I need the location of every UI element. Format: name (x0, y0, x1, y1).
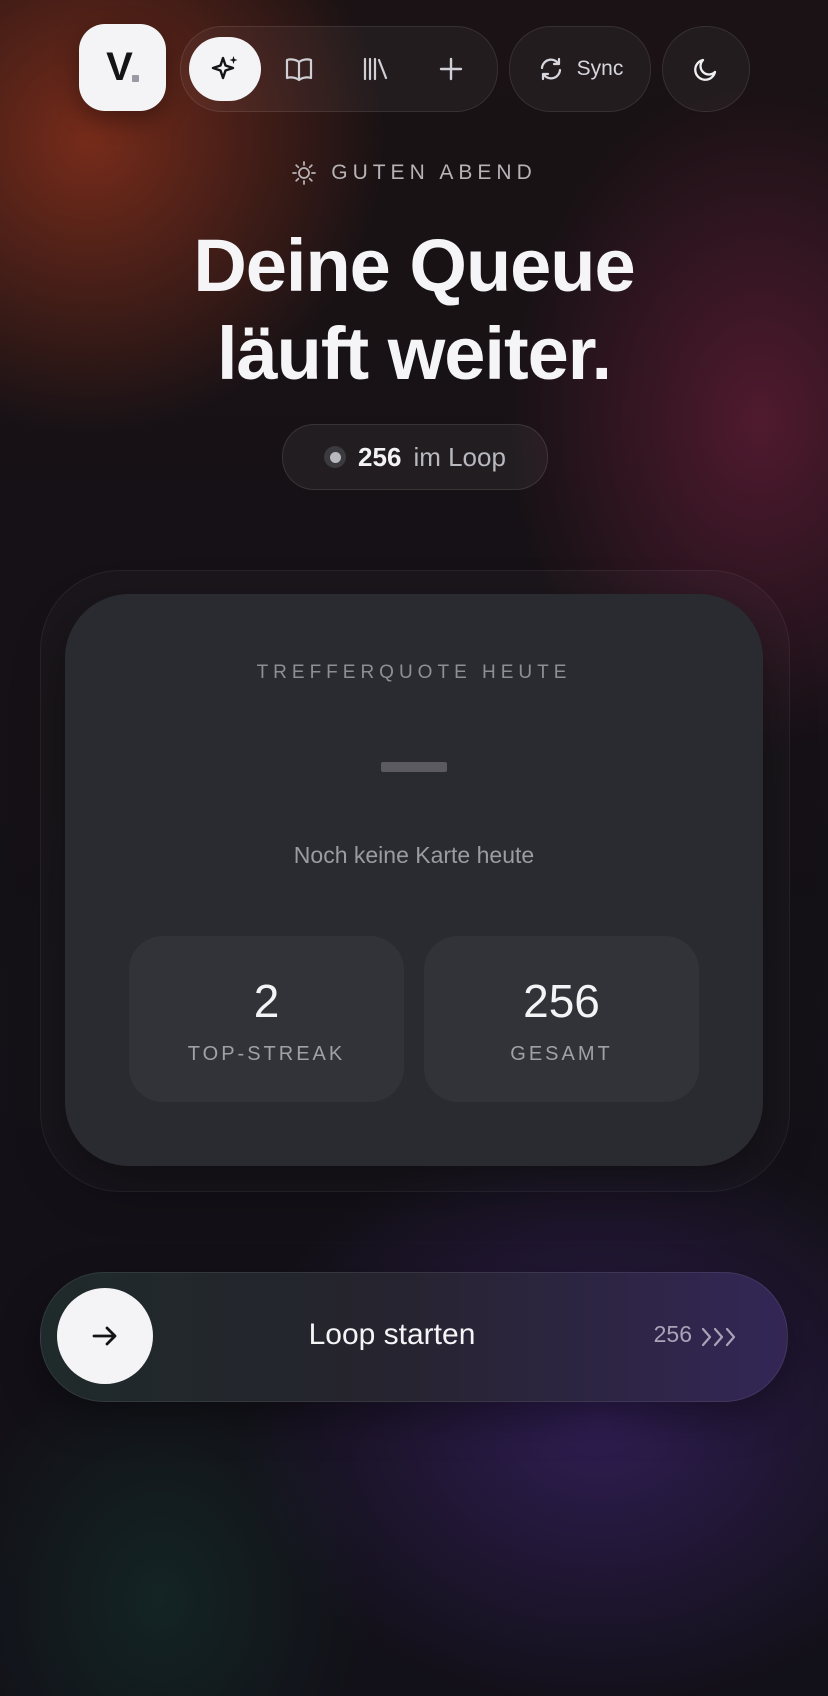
nav-item-add[interactable] (413, 37, 489, 101)
sun-icon (292, 161, 317, 185)
nav-item-sparkles[interactable] (189, 37, 261, 101)
total-stat: 256 GESAMT (424, 936, 699, 1102)
book-icon (285, 58, 313, 82)
loop-count: 256 (358, 441, 402, 472)
greeting: GUTEN ABEND (0, 160, 828, 186)
top-streak-value: 2 (253, 974, 280, 1027)
top-streak-stat: 2 TOP-STREAK (129, 936, 404, 1102)
hit-rate-placeholder (381, 762, 447, 772)
logo-letter: V (106, 45, 133, 89)
top-streak-label: TOP-STREAK (187, 1042, 346, 1065)
library-icon (363, 57, 388, 81)
arrow-right-icon (92, 1326, 117, 1346)
status-dot-icon (324, 446, 347, 468)
logo-dot (131, 75, 139, 82)
logo-button[interactable]: V (79, 24, 166, 111)
moon-icon (694, 58, 717, 81)
headline-line-1: Deine Queue (193, 224, 635, 307)
stats-title: TREFFERQUOTE HEUTE (256, 662, 572, 683)
stats-empty-text: Noch keine Karte heute (293, 842, 535, 868)
sync-button[interactable]: Sync (509, 26, 651, 112)
main-nav (180, 26, 498, 112)
start-loop-count: 256 (653, 1321, 692, 1347)
start-loop-label: Loop starten (308, 1318, 476, 1351)
nav-item-book[interactable] (261, 37, 337, 101)
chevrons-right-icon (701, 1327, 736, 1347)
sparkles-icon (211, 56, 238, 80)
loop-count-badge: 256 im Loop (282, 424, 548, 490)
start-loop-handle[interactable] (57, 1288, 153, 1384)
greeting-text: GUTEN ABEND (331, 161, 537, 184)
nav-item-library[interactable] (337, 37, 413, 101)
plus-icon (439, 57, 463, 81)
theme-toggle-button[interactable] (662, 26, 750, 112)
headline-line-2: läuft weiter. (216, 312, 612, 395)
page-title: Deine Queue läuft weiter. (0, 222, 828, 398)
loop-label: im Loop (413, 441, 506, 472)
total-label: GESAMT (510, 1042, 613, 1065)
sync-label: Sync (576, 57, 624, 80)
total-value: 256 (523, 974, 600, 1027)
sync-icon (540, 57, 561, 81)
